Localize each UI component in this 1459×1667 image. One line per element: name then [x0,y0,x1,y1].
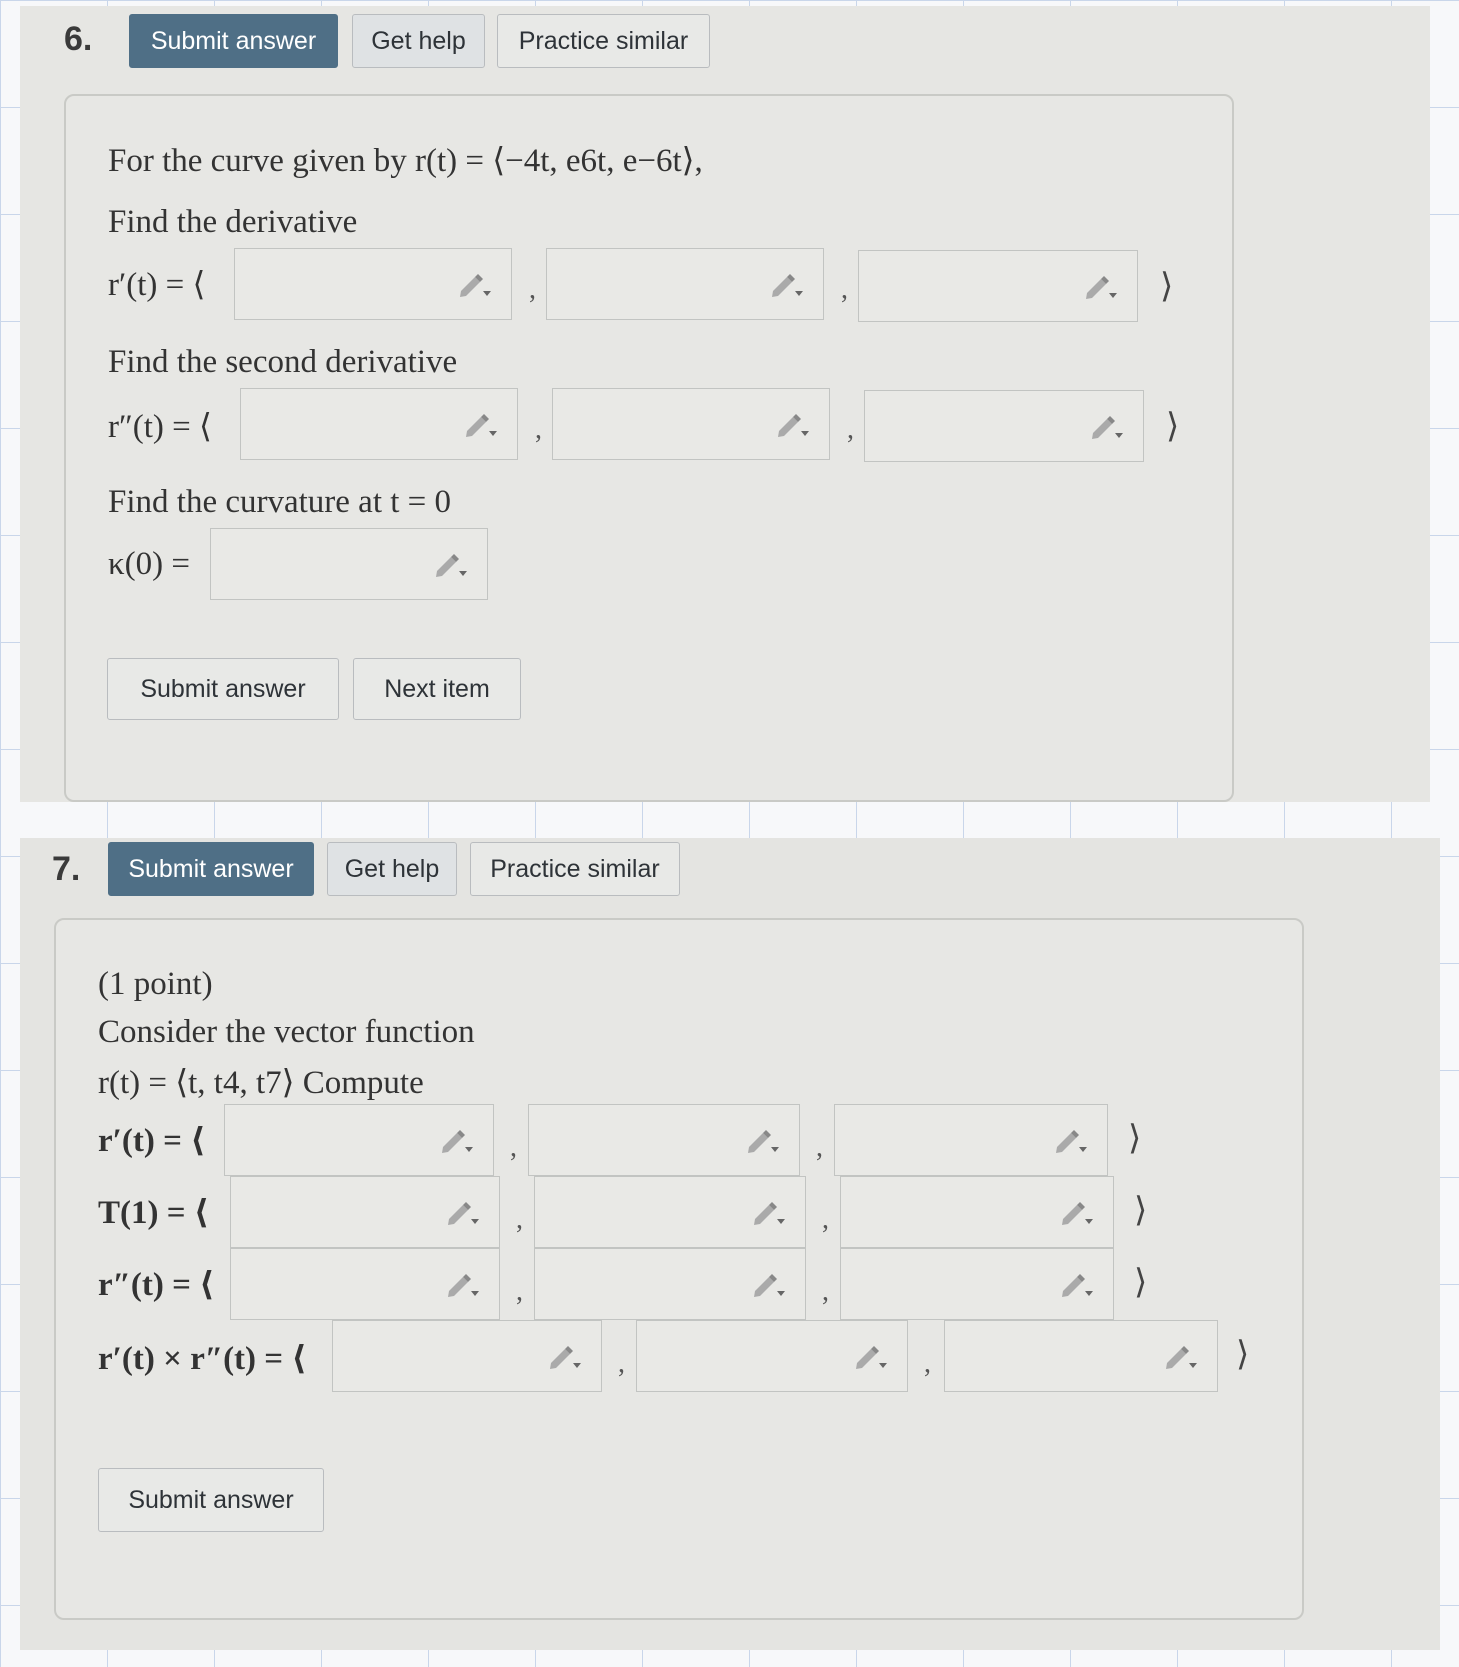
r-double-prime-label: r″(t) = ⟨ [98,1267,215,1303]
curvature-label: κ(0) = [108,546,190,582]
unit-tangent-y-input[interactable] [534,1176,806,1248]
consider-text: Consider the vector function [98,1014,475,1050]
practice-similar-button[interactable]: Practice similar [470,842,680,896]
pencil-dropdown-icon[interactable] [463,411,499,439]
close-angle: ⟩ [1160,268,1174,305]
comma: , [924,1348,931,1379]
find-second-derivative-heading: Find the second derivative [108,344,458,380]
practice-similar-button[interactable]: Practice similar [497,14,710,68]
r-double-prime-x-input[interactable] [240,388,518,460]
r-double-prime-z-input[interactable] [840,1248,1114,1320]
close-angle: ⟩ [1236,1336,1250,1373]
curve-intro-text: For the curve given by r(t) = ⟨−4t, e6t,… [108,143,703,179]
submit-answer-button[interactable]: Submit answer [98,1468,324,1532]
find-derivative-heading: Find the derivative [108,204,358,240]
pencil-dropdown-icon[interactable] [853,1343,889,1371]
pencil-dropdown-icon[interactable] [751,1199,787,1227]
comma: , [535,414,542,445]
close-angle: ⟩ [1128,1120,1142,1157]
r-double-prime-y-input[interactable] [552,388,830,460]
submit-answer-button[interactable]: Submit answer [107,658,339,720]
pencil-dropdown-icon[interactable] [1163,1343,1199,1371]
cross-product-y-input[interactable] [636,1320,908,1392]
unit-tangent-z-input[interactable] [840,1176,1114,1248]
close-angle: ⟩ [1134,1192,1148,1229]
question-number: 6. [64,20,93,58]
r-prime-z-input[interactable] [834,1104,1108,1176]
pencil-dropdown-icon[interactable] [1053,1127,1089,1155]
next-item-button[interactable]: Next item [353,658,521,720]
r-double-prime-x-input[interactable] [230,1248,500,1320]
comma: , [841,274,848,305]
comma: , [529,274,536,305]
r-prime-y-input[interactable] [528,1104,800,1176]
pencil-dropdown-icon[interactable] [751,1271,787,1299]
vector-function: r(t) = ⟨t, t4, t7⟩ Compute [98,1065,424,1101]
pencil-dropdown-icon[interactable] [1089,413,1125,441]
pencil-dropdown-icon[interactable] [1083,273,1119,301]
cross-product-x-input[interactable] [332,1320,602,1392]
pencil-dropdown-icon[interactable] [439,1127,475,1155]
r-prime-x-input[interactable] [234,248,512,320]
pencil-dropdown-icon[interactable] [433,551,469,579]
comma: , [516,1276,523,1307]
pencil-dropdown-icon[interactable] [445,1199,481,1227]
submit-answer-button-top[interactable]: Submit answer [129,14,338,68]
pencil-dropdown-icon[interactable] [745,1127,781,1155]
question-7-panel: (1 point) Consider the vector function r… [54,918,1304,1620]
r-double-prime-z-input[interactable] [864,390,1144,462]
r-double-prime-y-input[interactable] [534,1248,806,1320]
points-label: (1 point) [98,966,213,1002]
pencil-dropdown-icon[interactable] [445,1271,481,1299]
r-double-prime-label: r″(t) = ⟨ [108,409,212,445]
unit-tangent-x-input[interactable] [230,1176,500,1248]
pencil-dropdown-icon[interactable] [769,271,805,299]
r-prime-x-input[interactable] [224,1104,494,1176]
r-prime-label: r′(t) = ⟨ [98,1123,206,1159]
pencil-dropdown-icon[interactable] [1059,1271,1095,1299]
pencil-dropdown-icon[interactable] [457,271,493,299]
find-curvature-heading: Find the curvature at t = 0 [108,484,452,520]
curve-intro: For the curve given by r(t) = ⟨−4t, e6t,… [108,140,703,180]
close-angle: ⟩ [1166,408,1180,445]
comma: , [618,1348,625,1379]
comma: , [816,1132,823,1163]
curvature-input[interactable] [210,528,488,600]
question-7-screen: 7. Submit answer Get help Practice simil… [20,838,1440,1650]
comma: , [822,1204,829,1235]
r-prime-label: r′(t) = ⟨ [108,267,206,303]
get-help-button[interactable]: Get help [327,842,457,896]
get-help-button[interactable]: Get help [352,14,485,68]
pencil-dropdown-icon[interactable] [547,1343,583,1371]
comma: , [822,1276,829,1307]
unit-tangent-label: T(1) = ⟨ [98,1195,209,1231]
comma: , [510,1132,517,1163]
r-prime-y-input[interactable] [546,248,824,320]
close-angle: ⟩ [1134,1264,1148,1301]
r-prime-z-input[interactable] [858,250,1138,322]
pencil-dropdown-icon[interactable] [1059,1199,1095,1227]
question-6-panel: For the curve given by r(t) = ⟨−4t, e6t,… [64,94,1234,802]
comma: , [847,414,854,445]
question-6-screen: 6. Submit answer Get help Practice simil… [20,6,1430,802]
submit-answer-button-top[interactable]: Submit answer [108,842,314,896]
cross-product-label: r′(t) × r″(t) = ⟨ [98,1341,307,1377]
question-number: 7. [52,850,81,888]
pencil-dropdown-icon[interactable] [775,411,811,439]
comma: , [516,1204,523,1235]
cross-product-z-input[interactable] [944,1320,1218,1392]
